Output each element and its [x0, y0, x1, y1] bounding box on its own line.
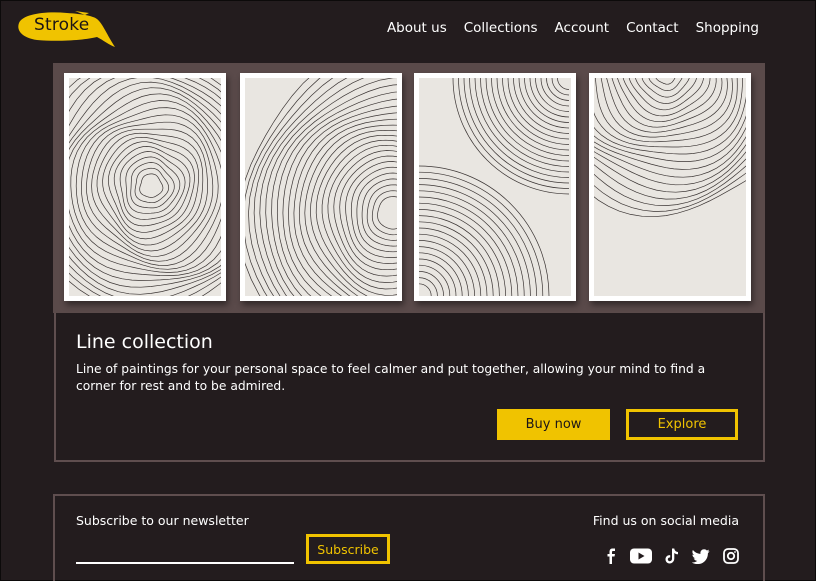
- collection-description: Line of paintings for your personal spac…: [76, 362, 706, 393]
- logo[interactable]: Stroke: [15, 7, 119, 55]
- tiktok-icon[interactable]: [665, 548, 679, 564]
- newsletter-section: Subscribe to our newsletter Subscribe Fi…: [53, 494, 765, 581]
- nav-account[interactable]: Account: [555, 19, 610, 37]
- twitter-icon[interactable]: [692, 548, 710, 564]
- arc-lines-art: [245, 78, 397, 296]
- artwork-4[interactable]: [589, 73, 751, 301]
- collection-info-panel: Line collection Line of paintings for yo…: [54, 313, 765, 462]
- explore-button[interactable]: Explore: [626, 409, 738, 440]
- newsletter-email-input[interactable]: [76, 544, 294, 564]
- nav-collections[interactable]: Collections: [464, 19, 538, 37]
- nav-contact[interactable]: Contact: [626, 19, 679, 37]
- artwork-1[interactable]: [64, 73, 226, 301]
- concentric-rings-art: [69, 78, 221, 296]
- logo-text: Stroke: [34, 15, 90, 35]
- social-icons: [605, 548, 739, 564]
- nav-shopping[interactable]: Shopping: [696, 19, 759, 37]
- quarter-arcs-art: [419, 78, 571, 296]
- buy-now-button[interactable]: Buy now: [497, 409, 610, 440]
- artwork-3[interactable]: [414, 73, 576, 301]
- subscribe-button[interactable]: Subscribe: [306, 534, 390, 564]
- instagram-icon[interactable]: [723, 548, 739, 564]
- newsletter-label: Subscribe to our newsletter: [76, 513, 249, 528]
- facebook-icon[interactable]: [605, 548, 617, 564]
- dome-lines-art: [594, 78, 746, 296]
- nav-about-us[interactable]: About us: [387, 19, 447, 37]
- artwork-2[interactable]: [240, 73, 402, 301]
- collection-title: Line collection: [76, 331, 213, 353]
- main-nav: About us Collections Account Contact Sho…: [387, 19, 759, 37]
- youtube-icon[interactable]: [630, 548, 652, 564]
- social-media-label: Find us on social media: [592, 513, 739, 528]
